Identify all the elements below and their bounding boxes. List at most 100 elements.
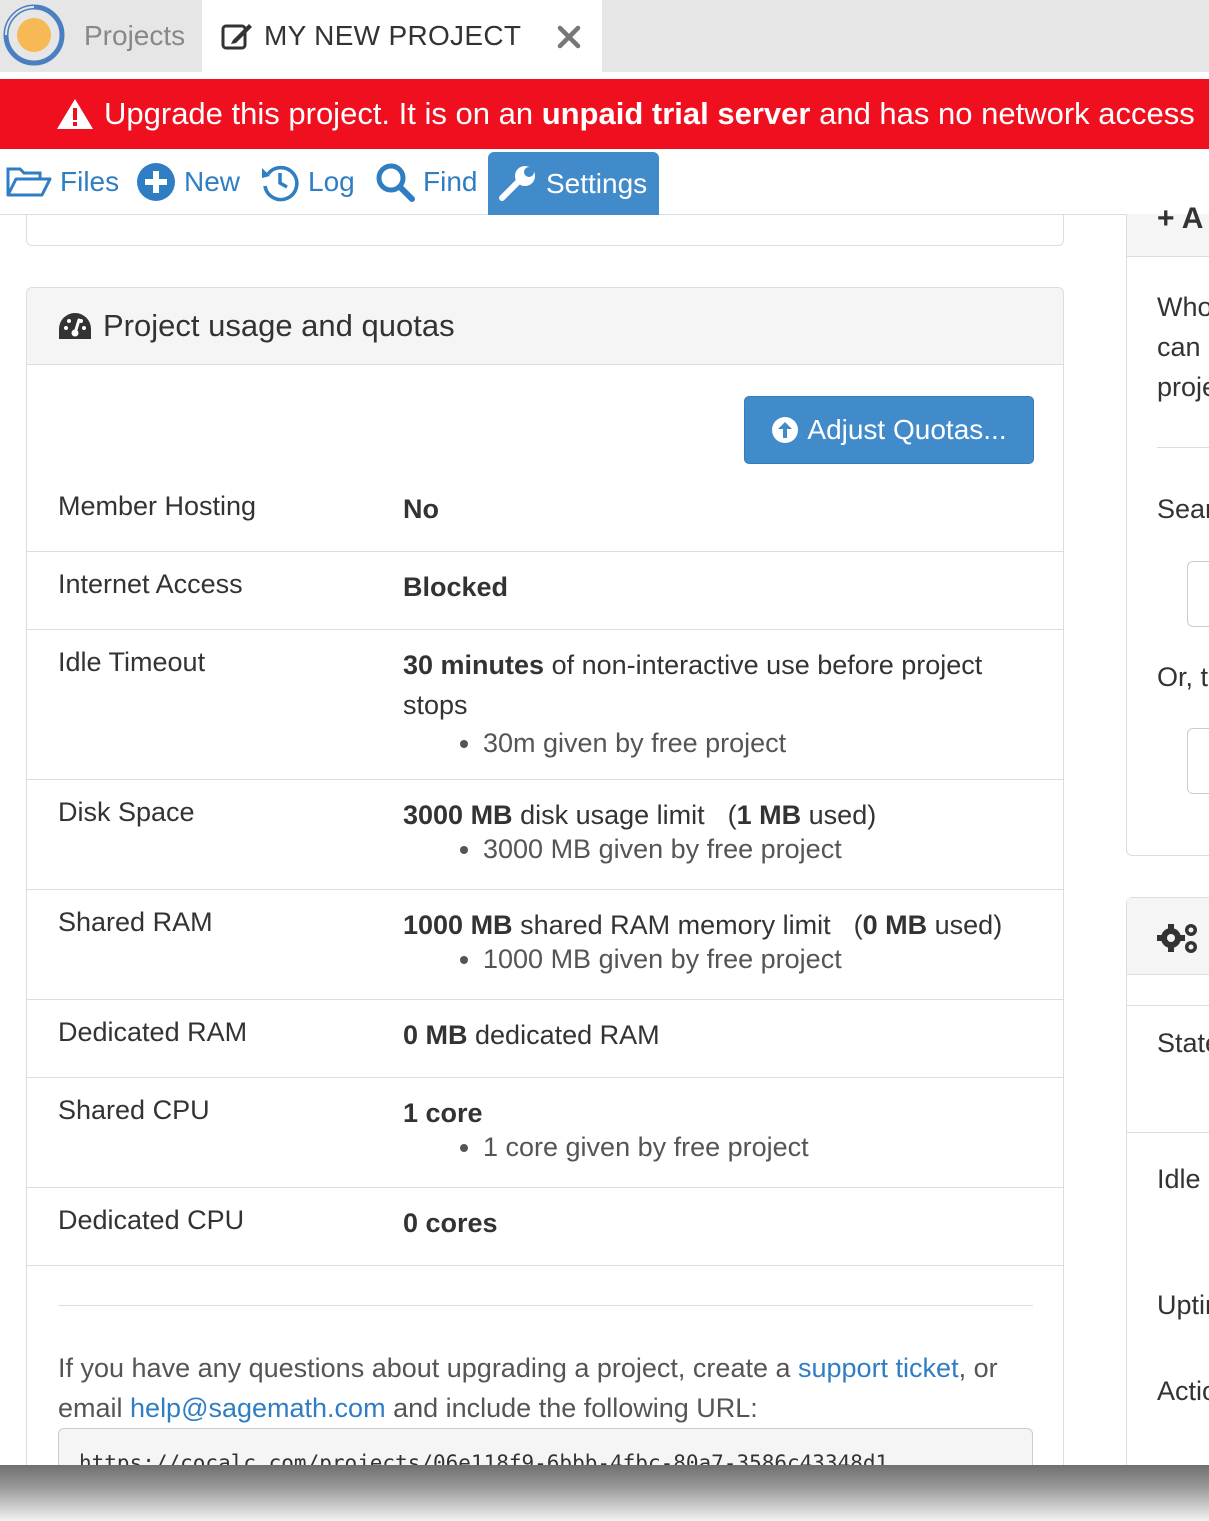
collab-divider bbox=[1157, 447, 1209, 448]
help-text-1: If you have any questions about upgradin… bbox=[58, 1353, 798, 1383]
control-divider-1 bbox=[1127, 1005, 1209, 1006]
row-value: 1000 MB shared RAM memory limit (0 MB use… bbox=[403, 905, 1043, 977]
value-bold: Blocked bbox=[403, 572, 509, 602]
quota-row-internet-access: Internet Access Blocked bbox=[27, 551, 1063, 630]
value-bold: 1000 MB bbox=[403, 910, 513, 940]
quota-source-list: 30m given by free project bbox=[403, 725, 1033, 761]
quota-source: 1000 MB given by free project bbox=[483, 941, 1043, 977]
arrow-circle-up-icon bbox=[772, 417, 799, 443]
close-icon[interactable] bbox=[554, 22, 584, 52]
collab-text-line-1: Who bbox=[1157, 292, 1209, 322]
quota-row-idle-timeout: Idle Timeout 30 minutes of non-interacti… bbox=[27, 629, 1063, 780]
quotas-panel: Project usage and quotas Adjust Quotas..… bbox=[26, 287, 1064, 1465]
actions-label: Actio bbox=[1157, 1376, 1209, 1406]
nav-files-label: Files bbox=[60, 166, 120, 197]
banner-text-end: and has no network access bbox=[810, 96, 1195, 131]
tab-projects[interactable]: Projects bbox=[70, 0, 200, 72]
nav-new[interactable]: New bbox=[136, 150, 240, 214]
wrench-icon bbox=[499, 165, 535, 201]
quota-source: 1 core given by free project bbox=[483, 1129, 1043, 1165]
adjust-quotas-button[interactable]: Adjust Quotas... bbox=[744, 396, 1034, 464]
quota-source-list: 1 core given by free project bbox=[403, 1129, 1043, 1165]
nav-new-label: New bbox=[184, 166, 241, 197]
help-email-link[interactable]: help@sagemath.com bbox=[130, 1393, 386, 1423]
project-url-box[interactable]: https://cocalc.com/projects/06e118f9-6bb… bbox=[58, 1428, 1033, 1465]
plus-circle-icon bbox=[137, 163, 175, 201]
row-label: Disk Space bbox=[58, 797, 195, 827]
quota-row-member-hosting: Member Hosting No bbox=[27, 473, 1063, 552]
value-bold: No bbox=[403, 494, 439, 524]
row-label: Idle Timeout bbox=[58, 647, 206, 677]
warning-icon bbox=[57, 99, 93, 129]
row-label: Internet Access bbox=[58, 569, 243, 599]
used-rest: used) bbox=[801, 800, 877, 830]
dashboard-icon bbox=[59, 313, 91, 339]
row-value: 3000 MB disk usage limit (1 MB used) 3000… bbox=[403, 795, 1043, 867]
state-label: State bbox=[1157, 1028, 1209, 1058]
collaborators-panel-title: + A bbox=[1157, 199, 1203, 239]
row-label: Dedicated CPU bbox=[58, 1205, 245, 1235]
idle-label: Idle bbox=[1157, 1164, 1201, 1194]
nav-log-label: Log bbox=[308, 166, 355, 197]
collaborator-invite-input[interactable] bbox=[1187, 728, 1209, 794]
banner-text-bold: unpaid trial server bbox=[541, 96, 811, 131]
tab-projects-label: Projects bbox=[84, 20, 186, 51]
control-divider-2 bbox=[1127, 1132, 1209, 1133]
search-icon bbox=[376, 163, 415, 202]
value-bold: 0 cores bbox=[403, 1208, 498, 1238]
uptime-label: Uptim bbox=[1157, 1290, 1209, 1320]
value-rest: disk usage limit bbox=[512, 800, 705, 830]
cocalc-logo-icon[interactable] bbox=[2, 3, 66, 67]
gears-icon bbox=[1157, 924, 1197, 953]
value-bold: 30 minutes bbox=[403, 650, 545, 680]
upgrade-banner[interactable]: Upgrade this project. It is on an unpaid… bbox=[0, 79, 1209, 149]
row-value: Blocked bbox=[403, 567, 1043, 607]
quota-source-list: 3000 MB given by free project bbox=[403, 831, 1043, 867]
quota-row-dedicated-cpu: Dedicated CPU 0 cores bbox=[27, 1187, 1063, 1266]
edit-icon bbox=[221, 24, 252, 50]
quota-source: 3000 MB given by free project bbox=[483, 831, 1043, 867]
quota-row-dedicated-ram: Dedicated RAM 0 MB dedicated RAM bbox=[27, 999, 1063, 1078]
collab-text-line-3: proje bbox=[1157, 372, 1209, 402]
value-rest: dedicated RAM bbox=[467, 1020, 660, 1050]
nav-settings[interactable]: Settings bbox=[488, 152, 659, 215]
previous-panel-bottom bbox=[26, 214, 1064, 246]
nav-find[interactable]: Find bbox=[375, 150, 477, 214]
used-rest: used) bbox=[927, 910, 1003, 940]
support-ticket-link[interactable]: support ticket bbox=[798, 1353, 959, 1383]
nav-files[interactable]: Files bbox=[6, 150, 119, 214]
upgrade-help-text: If you have any questions about upgradin… bbox=[58, 1348, 1038, 1428]
used-bold: 0 MB bbox=[862, 910, 928, 940]
tab-project-title: MY NEW PROJECT bbox=[264, 20, 522, 51]
row-label: Dedicated RAM bbox=[58, 1017, 248, 1047]
value-bold: 3000 MB bbox=[403, 800, 513, 830]
row-value: 0 MB dedicated RAM bbox=[403, 1015, 1043, 1055]
row-value: 1 core 1 core given by free project bbox=[403, 1093, 1043, 1165]
help-text-3: and include the following URL: bbox=[385, 1393, 758, 1423]
used-bold: 1 MB bbox=[736, 800, 802, 830]
adjust-quotas-label: Adjust Quotas... bbox=[807, 414, 1007, 445]
collaborator-search-input[interactable] bbox=[1187, 561, 1209, 627]
folder-open-icon bbox=[6, 167, 52, 197]
history-icon bbox=[262, 165, 299, 202]
plus-icon: + bbox=[1157, 202, 1175, 235]
or-text: Or, t bbox=[1157, 662, 1209, 692]
quotas-title: Project usage and quotas bbox=[103, 308, 455, 343]
search-label: Sear bbox=[1157, 494, 1209, 524]
window-shadow bbox=[0, 1465, 1209, 1521]
nav-find-label: Find bbox=[423, 166, 478, 197]
nav-log[interactable]: Log bbox=[260, 150, 355, 214]
used-open: ( bbox=[727, 800, 737, 830]
row-value: 0 cores bbox=[403, 1203, 1043, 1243]
collaborators-heading-fragment: A bbox=[1181, 202, 1204, 235]
quota-row-disk-space: Disk Space 3000 MB disk usage limit (1 MB… bbox=[27, 779, 1063, 890]
top-tab-bar: Projects MY NEW PROJECT bbox=[0, 0, 1209, 72]
used-open: ( bbox=[853, 910, 863, 940]
divider bbox=[58, 1305, 1033, 1306]
quotas-panel-header: Project usage and quotas bbox=[27, 288, 1063, 365]
quota-row-shared-ram: Shared RAM 1000 MB shared RAM memory lim… bbox=[27, 889, 1063, 1000]
row-label: Member Hosting bbox=[58, 491, 257, 521]
tab-current-project[interactable]: MY NEW PROJECT bbox=[202, 0, 602, 72]
project-nav: Files New Log Find Settings bbox=[0, 150, 1209, 215]
nav-settings-label: Settings bbox=[546, 167, 648, 199]
